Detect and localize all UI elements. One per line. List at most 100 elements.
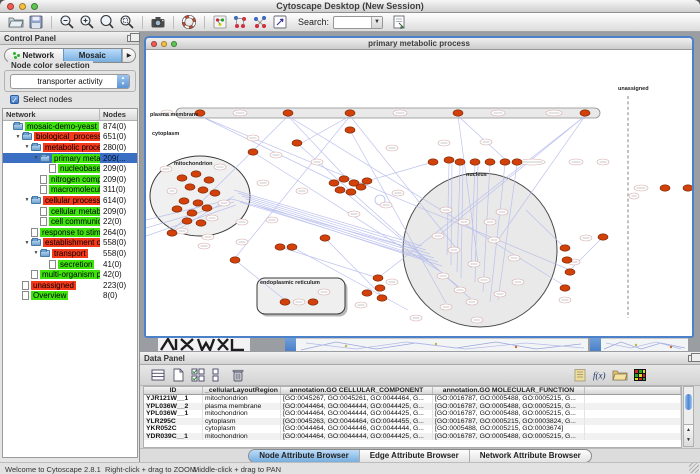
gene-node-selected[interactable] [172,206,182,212]
gene-node-selected[interactable] [598,234,608,240]
tab-node-attribute-browser[interactable]: Node Attribute Browser [249,450,360,462]
background-window-fragment-border[interactable] [590,338,601,351]
gene-node-selected[interactable] [329,180,339,186]
gene-node-selected[interactable] [345,127,355,133]
gene-node-selected[interactable] [470,159,480,165]
gene-node-selected[interactable] [185,184,195,190]
tree-row-overview[interactable]: Overview8(0) [3,291,137,302]
zoom-in-icon[interactable] [79,14,95,30]
scrollbar-arrows[interactable]: ▲▼ [684,424,693,446]
gene-node-selected[interactable] [356,184,366,190]
gene-node-selected[interactable] [292,140,302,146]
tree-row-macromolecule-met[interactable]: macromolecule met311(0) [3,185,137,196]
gene-node-selected[interactable] [196,220,206,226]
search-dropdown-icon[interactable]: ▼ [371,17,382,28]
zoom-button[interactable] [31,3,38,10]
expand-arrow-icon[interactable]: ▼ [23,197,31,203]
table-row-YPL036W__1[interactable]: YPL036W__1mitochondrion[GO:0044464, GO:0… [144,410,681,418]
expand-arrow-icon[interactable]: ▼ [23,240,31,246]
background-window-fragment-preview[interactable] [601,338,688,351]
zoom-button[interactable] [171,41,177,47]
tree-row-nucleobase-contain[interactable]: nucleobase-contain209(0) [3,163,137,174]
table-row-YDR039C__1[interactable]: YDR039C__1mitochondrion[GO:0044464, GO:0… [144,433,681,441]
gene-node-selected[interactable] [179,198,189,204]
tree-row-primary-metabolic-proce[interactable]: ▼primary metabolic proce209(... [3,153,137,164]
gene-node-selected[interactable] [444,157,454,163]
gene-node-selected[interactable] [283,110,293,116]
gene-node-selected[interactable] [198,187,208,193]
node-color-dropdown[interactable]: transporter activity ▲▼ [10,74,130,89]
gene-node-selected[interactable] [377,295,387,301]
zoom-selected-icon[interactable] [119,14,135,30]
gene-node-selected[interactable] [182,218,192,224]
new-page-icon[interactable] [170,367,186,383]
gene-node-selected[interactable] [320,235,330,241]
background-window-fragment-preview[interactable] [296,338,588,351]
gene-node-selected[interactable] [280,299,290,305]
zoom-out-icon[interactable] [59,14,75,30]
tree-row-secretion[interactable]: secretion41(0) [3,259,137,270]
network-canvas[interactable]: plasma membranecytoplasmmitochondrionnuc… [146,50,692,336]
select-nodes-checkbox[interactable]: ✓ [10,95,19,104]
gene-node-selected[interactable] [375,285,385,291]
tree-row-mosaic-demo-yeast[interactable]: mosaic-demo-yeast874(0) [3,121,137,132]
gene-node-selected[interactable] [485,159,495,165]
network-window-titlebar[interactable]: primary metabolic process [146,38,692,50]
background-window-fragment-zoomed[interactable] [158,338,250,351]
annotation-layout-2-icon[interactable] [252,14,268,30]
help-icon[interactable] [181,14,197,30]
unselect-attributes-icon[interactable] [210,367,226,383]
search-input[interactable]: ▼ [333,16,383,29]
expand-arrow-icon[interactable]: ▼ [23,144,31,150]
tree-row-transport[interactable]: ▼transport558(0) [3,248,137,259]
expand-arrow-icon[interactable]: ▼ [32,155,40,161]
tree-row-response-to-stimulus[interactable]: response to stimulus264(0) [3,227,137,238]
gene-node-selected[interactable] [562,257,572,263]
gene-node-selected[interactable] [335,187,345,193]
table-columns-icon[interactable] [150,367,166,383]
gene-node-selected[interactable] [660,185,670,191]
table-row-YKR052C[interactable]: YKR052Ccytoplasm[GO:0044464, GO:0044446,… [144,425,681,433]
tree-row-multi-organism-proc[interactable]: multi-organism proc42(0) [3,269,137,280]
save-icon[interactable] [28,14,44,30]
tab-overflow-arrow[interactable]: ▶ [122,49,135,62]
tree-row-unassigned[interactable]: unassigned223(0) [3,280,137,291]
table-row-YJR121W__1[interactable]: YJR121W__1mitochondrion[GO:0045267, GO:0… [144,395,681,403]
tree-row-cellular-process[interactable]: ▼cellular process614(0) [3,195,137,206]
column-header-annotation-go-molecular-function[interactable]: annotation.GO MOLECULAR_FUNCTION [433,387,585,394]
manual-layout-icon[interactable] [272,14,288,30]
gene-node-selected[interactable] [346,189,356,195]
gene-node-selected[interactable] [308,299,318,305]
gene-node-selected[interactable] [345,110,355,116]
gene-node-selected[interactable] [453,110,463,116]
tree-row-cellular-metabolic-p[interactable]: cellular metabolic p209(0) [3,206,137,217]
gene-node-selected[interactable] [202,205,212,211]
column-header-annotation-go-cellular-component[interactable]: annotation.GO CELLULAR_COMPONENT [281,387,433,394]
tree-row-biological-process[interactable]: ▼biological_process651(0) [3,132,137,143]
gene-node-selected[interactable] [560,285,570,291]
column-header-empty[interactable] [585,387,681,394]
vizmapper-icon[interactable] [212,14,228,30]
minimize-button[interactable] [19,3,26,10]
tab-network-attribute-browser[interactable]: Network Attribute Browser [470,450,591,462]
tree-row-metabolic-process[interactable]: ▼metabolic process280(0) [3,142,137,153]
tree-row-establishment-of-loc[interactable]: ▼establishment of loc558(0) [3,238,137,249]
open-icon[interactable] [8,14,24,30]
annotation-icon[interactable] [572,367,588,383]
gene-node-selected[interactable] [210,190,220,196]
gene-node-selected[interactable] [362,290,372,296]
snapshot-icon[interactable] [150,14,166,30]
gene-node-selected[interactable] [287,244,297,250]
background-window-fragment-border[interactable] [285,338,296,351]
tree-row-cell-communication[interactable]: cell communication22(0) [3,216,137,227]
gene-node-selected[interactable] [683,185,692,191]
gene-node-selected[interactable] [167,230,177,236]
tree-column-network[interactable]: Network [3,109,100,120]
table-row-YPL036W__2[interactable]: YPL036W__2plasma membrane[GO:0044464, GO… [144,403,681,411]
column-header--cellularlayoutregion[interactable]: _cellularLayoutRegion [203,387,281,394]
annotation-layout-icon[interactable] [232,14,248,30]
gene-node-selected[interactable] [191,171,201,177]
gene-node-selected[interactable] [512,159,522,165]
tab-edge-attribute-browser[interactable]: Edge Attribute Browser [360,450,470,462]
attribute-browser-icon[interactable] [391,14,407,30]
